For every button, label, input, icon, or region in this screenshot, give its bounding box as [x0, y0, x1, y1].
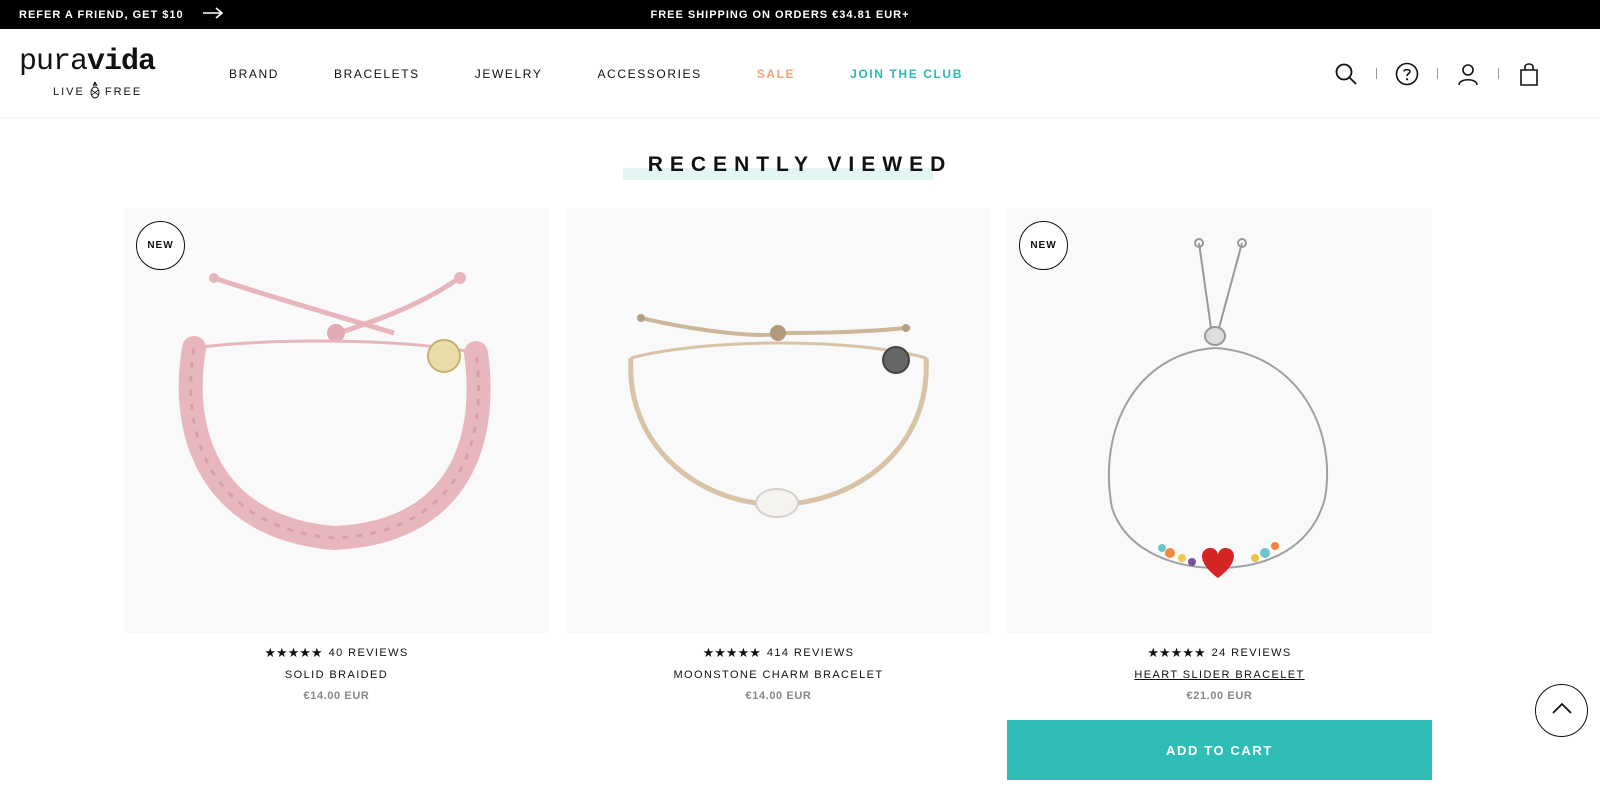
logo-wordmark: puravida — [19, 45, 156, 79]
section-title: RECENTLY VIEWED — [647, 153, 953, 176]
product-name[interactable]: HEART SLIDER BRACELET — [1007, 669, 1432, 685]
product-meta: ★★★★★ 40 REVIEWS SOLID BRAIDED €14.00 EU… — [124, 645, 549, 702]
refer-friend-link[interactable]: REFER A FRIEND, GET $10 — [19, 0, 224, 29]
review-count: 40 REVIEWS — [328, 647, 409, 659]
product-meta: ★★★★★ 414 REVIEWS MOONSTONE CHARM BRACEL… — [566, 645, 991, 702]
product-price: €14.00 EUR — [303, 690, 370, 702]
divider — [1437, 68, 1438, 79]
nav-jewelry[interactable]: JEWELRY — [475, 67, 543, 81]
product-image-solid-braided[interactable]: NEW — [124, 208, 549, 633]
divider — [1498, 68, 1499, 79]
star-rating-icon: ★★★★★ — [264, 645, 323, 660]
product-rating[interactable]: ★★★★★ 414 REVIEWS — [566, 645, 991, 661]
product-meta: ★★★★★ 24 REVIEWS HEART SLIDER BRACELET €… — [1007, 645, 1432, 702]
cart-icon[interactable] — [1516, 61, 1542, 87]
help-icon[interactable] — [1394, 61, 1420, 87]
arrow-right-icon — [202, 7, 224, 22]
nav-sale[interactable]: SALE — [757, 67, 795, 81]
star-rating-icon: ★★★★★ — [702, 645, 761, 660]
main-navigation: BRAND BRACELETS JEWELRY ACCESSORIES SALE… — [229, 29, 1018, 118]
star-rating-icon: ★★★★★ — [1147, 645, 1206, 660]
product-price: €21.00 EUR — [1186, 690, 1253, 702]
nav-join-the-club[interactable]: JOIN THE CLUB — [850, 67, 963, 81]
chevron-up-icon — [1551, 701, 1573, 720]
nav-bracelets[interactable]: BRACELETS — [334, 67, 420, 81]
recently-viewed-heading: RECENTLY VIEWED — [0, 150, 1600, 182]
new-badge: NEW — [1019, 221, 1068, 270]
product-rating[interactable]: ★★★★★ 40 REVIEWS — [124, 645, 549, 661]
search-icon[interactable] — [1333, 61, 1359, 87]
nav-brand[interactable]: BRAND — [229, 67, 279, 81]
site-header: puravida LIVE FREE BRAND BRACELETS JEWEL… — [0, 29, 1600, 118]
nav-accessories[interactable]: ACCESSORIES — [597, 67, 701, 81]
product-price: €14.00 EUR — [745, 690, 812, 702]
pineapple-icon — [89, 81, 101, 102]
account-icon[interactable] — [1455, 61, 1481, 87]
logo-tagline: LIVE FREE — [53, 81, 142, 102]
divider — [1376, 68, 1377, 79]
product-name[interactable]: MOONSTONE CHARM BRACELET — [566, 669, 991, 685]
refer-friend-label: REFER A FRIEND, GET $10 — [19, 8, 184, 21]
product-name[interactable]: SOLID BRAIDED — [124, 669, 549, 685]
product-image-moonstone-charm-bracelet[interactable] — [566, 208, 991, 633]
new-badge: NEW — [136, 221, 185, 270]
review-count: 414 REVIEWS — [766, 647, 855, 659]
brand-logo[interactable]: puravida LIVE FREE — [19, 47, 179, 101]
announcement-bar: REFER A FRIEND, GET $10 FREE SHIPPING ON… — [0, 0, 1600, 29]
product-rating[interactable]: ★★★★★ 24 REVIEWS — [1007, 645, 1432, 661]
header-tools — [1333, 29, 1542, 118]
product-image-heart-slider-bracelet[interactable]: NEW — [1007, 208, 1432, 633]
review-count: 24 REVIEWS — [1211, 647, 1292, 659]
back-to-top-button[interactable] — [1535, 684, 1588, 737]
add-to-cart-button[interactable]: ADD TO CART — [1007, 720, 1432, 780]
free-shipping-message: FREE SHIPPING ON ORDERS €34.81 EUR+ — [650, 8, 910, 21]
